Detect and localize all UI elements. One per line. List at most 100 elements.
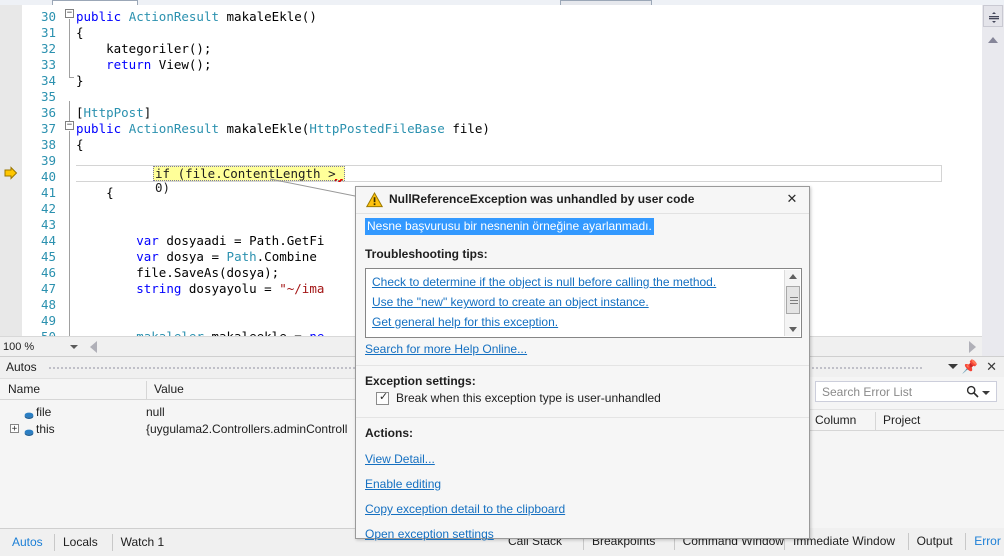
autos-row-value: {uygulama2.Controllers.adminControll	[146, 422, 348, 436]
autos-row-name: this	[36, 422, 55, 436]
line-number: 31	[40, 25, 56, 40]
line-number: 39	[40, 153, 56, 168]
code-token: HttpPostedFileBase	[309, 121, 453, 136]
open-exception-settings-link[interactable]: Open exception settings	[365, 527, 494, 541]
scroll-right-arrow-icon[interactable]	[969, 341, 976, 353]
autos-panel-title: Autos	[6, 360, 37, 374]
code-token: "~/ima	[279, 281, 325, 296]
collapse-toggle-37[interactable]: −	[65, 121, 74, 130]
code-token: kategoriler();	[76, 41, 212, 56]
code-line: public ActionResult makaleEkle(HttpPoste…	[76, 121, 982, 137]
scroll-left-arrow-icon[interactable]	[90, 341, 97, 353]
outline-end-tick	[69, 77, 74, 78]
search-help-online-link[interactable]: Search for more Help Online...	[365, 342, 527, 356]
collapse-toggle-30[interactable]: −	[65, 9, 74, 18]
tip-link-2[interactable]: Use the "new" keyword to create an objec…	[372, 295, 649, 309]
code-token: public	[76, 121, 129, 136]
code-token: var	[136, 249, 167, 264]
chevron-down-icon[interactable]	[70, 345, 78, 349]
line-number: 32	[40, 41, 56, 56]
line-number: 41	[40, 185, 56, 200]
copy-exception-detail-link[interactable]: Copy exception detail to the clipboard	[365, 502, 565, 516]
code-line: public ActionResult makaleEkle()	[76, 9, 982, 25]
line-number: 33	[40, 57, 56, 72]
editor-vertical-scrollbar[interactable]	[982, 5, 1004, 356]
code-line: }	[76, 73, 982, 89]
error-list-panel: 📌 ✕ Search Error List Column Project	[806, 356, 1004, 528]
code-token: makaleekle =	[204, 329, 309, 336]
code-token: string	[136, 281, 189, 296]
actions-heading: Actions:	[365, 426, 413, 440]
close-icon[interactable]: ✕	[986, 359, 997, 374]
current-statement-row: if (file.ContentLength > 0)	[76, 165, 942, 195]
code-token: ActionResult	[128, 9, 227, 24]
tips-scrollbar[interactable]	[784, 270, 800, 336]
autos-column-name[interactable]: Name	[0, 379, 146, 400]
error-list-header: 📌 ✕	[807, 357, 1004, 377]
split-view-icon	[988, 11, 1000, 23]
editor-split-view-button[interactable]	[983, 5, 1003, 27]
code-token: }	[76, 73, 84, 88]
line-number: 30	[40, 9, 56, 24]
search-input[interactable]: Search Error List	[815, 381, 997, 402]
search-icon[interactable]	[966, 385, 979, 401]
line-number: 36	[40, 105, 56, 120]
break-on-exception-checkbox[interactable]: ✓	[376, 391, 389, 405]
chevron-down-icon[interactable]	[982, 391, 990, 395]
autos-row-name: file	[36, 405, 52, 419]
code-token: Path	[226, 249, 257, 264]
editor-zoom-control[interactable]: 100 %	[0, 337, 84, 357]
pin-icon[interactable]: 📌	[962, 360, 978, 374]
panel-drag-grip[interactable]	[811, 366, 923, 370]
exception-message[interactable]: Nesne başvurusu bir nesnenin örneğine ay…	[365, 218, 654, 235]
line-number: 46	[40, 265, 56, 280]
code-token: .Combine	[256, 249, 317, 264]
line-number: 44	[40, 233, 56, 248]
enable-editing-link[interactable]: Enable editing	[365, 477, 441, 491]
tip-link-3[interactable]: Get general help for this exception.	[372, 315, 558, 329]
code-line: [HttpPost]	[76, 105, 982, 121]
code-token: dosyaadi = Path.GetFi	[166, 233, 325, 248]
scroll-down-arrow-icon[interactable]	[789, 327, 797, 332]
checkmark-icon: ✓	[379, 391, 389, 403]
code-token: {	[76, 137, 84, 152]
visual-studio-window: 30 31 32 33 34 35 36 37 38 39 40 41 42 43 44 45 46 47 48 49…	[0, 0, 1004, 556]
scroll-up-arrow-icon[interactable]	[789, 274, 797, 279]
expand-toggle-icon[interactable]: +	[10, 424, 19, 434]
code-line: {	[76, 137, 982, 153]
troubleshooting-tips-list[interactable]: Check to determine if the object is null…	[365, 268, 802, 338]
line-number: 43	[40, 217, 56, 232]
exception-dialog-title: NullReferenceException was unhandled by …	[389, 192, 695, 206]
view-detail-link[interactable]: View Detail...	[365, 452, 435, 466]
field-icon	[24, 425, 34, 436]
code-token: {	[76, 25, 84, 40]
line-number: 34	[40, 73, 56, 88]
break-on-exception-label[interactable]: Break when this exception type is user-u…	[396, 391, 661, 405]
divider	[356, 417, 809, 418]
exception-assistant-dialog[interactable]: NullReferenceException was unhandled by …	[355, 186, 810, 541]
editor-indicator-margin	[0, 5, 22, 336]
code-token: HttpPost	[83, 105, 144, 120]
divider	[356, 365, 809, 366]
warning-triangle-icon	[365, 191, 384, 208]
close-icon[interactable]: ✕	[784, 191, 800, 207]
tip-link-1[interactable]: Check to determine if the object is null…	[372, 275, 716, 289]
line-number: 37	[40, 121, 56, 136]
tab-output[interactable]: Output	[909, 528, 961, 555]
error-list-column-project[interactable]: Project	[875, 410, 995, 431]
outlining-margin[interactable]: − −	[62, 5, 76, 336]
code-line: kategoriler();	[76, 41, 982, 57]
scrollbar-thumb[interactable]	[786, 286, 800, 314]
code-token: ]	[143, 105, 152, 120]
code-token: dosyayolu =	[188, 281, 280, 296]
chevron-down-icon[interactable]	[948, 364, 958, 369]
outline-guide-line	[69, 19, 70, 77]
error-list-column-column[interactable]: Column	[807, 410, 875, 431]
tab-error-list[interactable]: Error List	[966, 528, 1004, 555]
code-token: makaleEkle()	[226, 9, 317, 24]
scroll-up-arrow-icon[interactable]	[988, 37, 998, 43]
